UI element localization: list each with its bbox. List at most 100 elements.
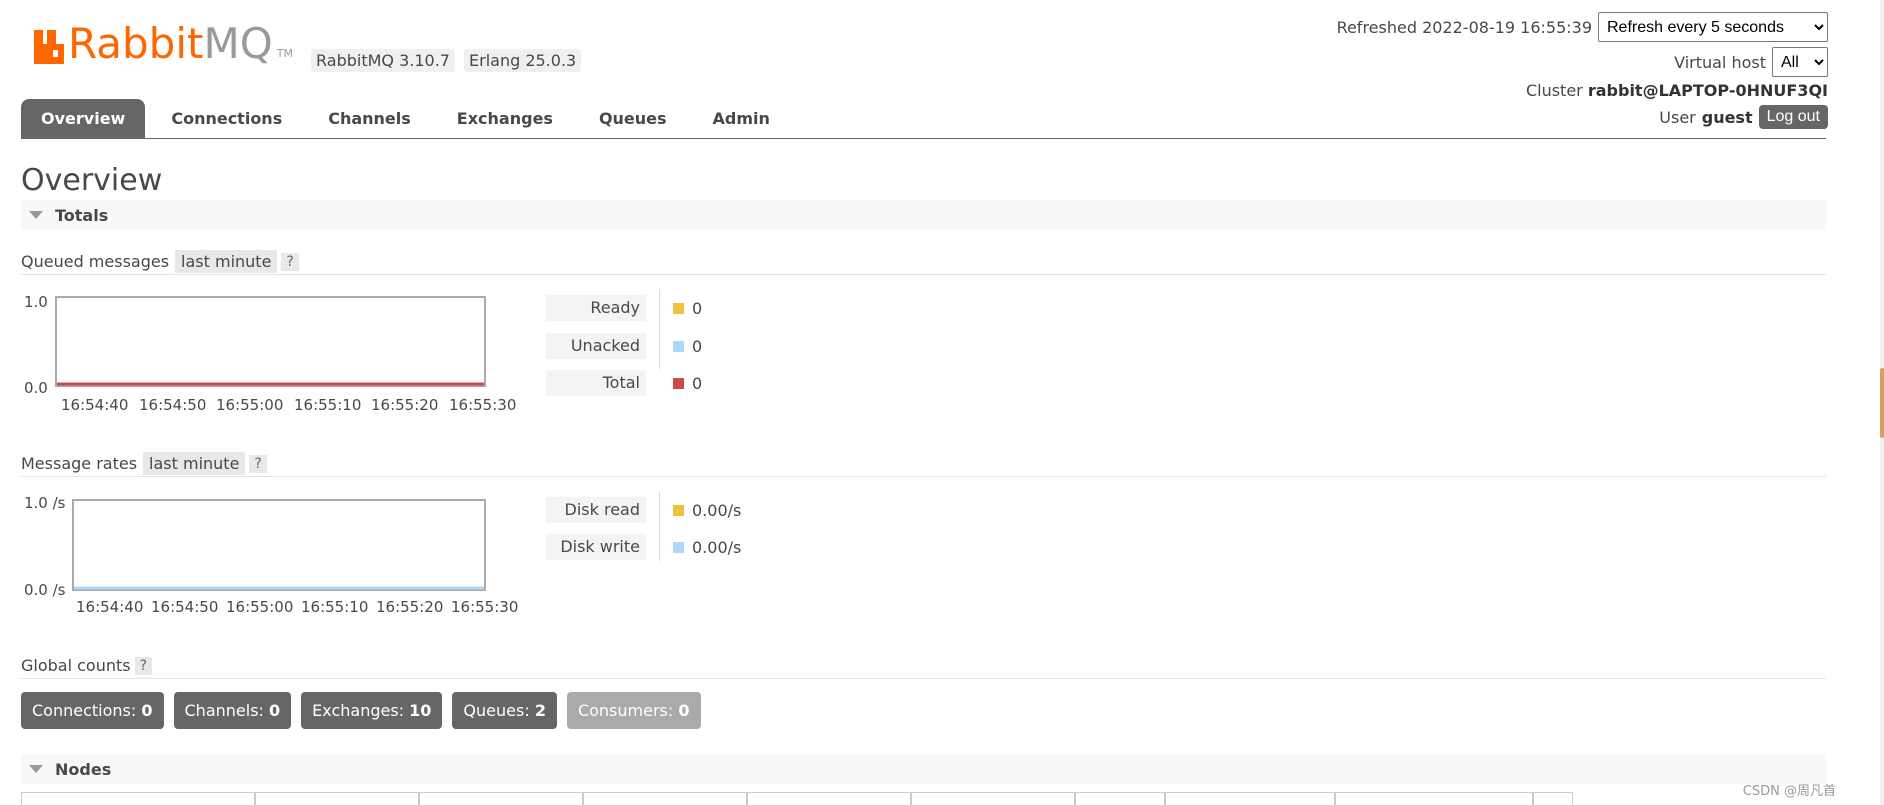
- queues-count-value: 2: [534, 701, 546, 720]
- nodes-col-name[interactable]: [21, 792, 255, 805]
- collapse-triangle-icon: [29, 765, 43, 773]
- tab-connections[interactable]: Connections: [151, 99, 302, 138]
- rates-x-tick-group: 16:54:40 16:54:50 16:55:00 16:55:10 16:5…: [76, 598, 518, 616]
- legend-value-ready: 0: [692, 299, 703, 318]
- rates-x-tick: 16:54:40: [76, 598, 143, 616]
- logo-word-mq: MQ: [203, 19, 273, 68]
- message-rates-header: Message rates last minute ?: [21, 451, 1826, 477]
- nodes-col-erlang-processes[interactable]: [583, 792, 747, 805]
- refresh-line: Refreshed 2022-08-19 16:55:39 Refresh ev…: [1337, 12, 1828, 42]
- tab-channels[interactable]: Channels: [308, 99, 431, 138]
- tab-queues[interactable]: Queues: [579, 99, 687, 138]
- global-counts-header: Global counts ?: [21, 653, 1826, 679]
- tab-admin[interactable]: Admin: [693, 99, 790, 138]
- exchanges-count-key: Exchanges:: [312, 701, 405, 720]
- legend-key-ready: Ready: [546, 295, 646, 321]
- exchanges-count-value: 10: [409, 701, 432, 720]
- rabbit-logo-icon: [34, 30, 64, 64]
- total-swatch: [673, 378, 684, 389]
- rates-x-tick: 16:55:10: [301, 598, 368, 616]
- collapse-triangle-icon: [29, 211, 43, 219]
- legend-value-disk-read: 0.00/s: [692, 501, 742, 520]
- logo-trademark: TM: [276, 47, 293, 60]
- legend-key-disk-read: Disk read: [546, 497, 646, 523]
- csdn-watermark: CSDN @周凡首: [1742, 784, 1836, 799]
- message-rates-chart: 1.0 /s 0.0 /s 16:54:40 16:54:50 16:55:00…: [24, 494, 518, 616]
- queued-x-tick: 16:55:10: [294, 396, 361, 414]
- logo-word-rabbit: Rabbit: [68, 19, 204, 68]
- queued-x-tick-group: 16:54:40 16:54:50 16:55:00 16:55:10 16:5…: [61, 396, 516, 414]
- rates-x-tick: 16:55:20: [376, 598, 443, 616]
- legend-value-unacked: 0: [692, 337, 703, 356]
- legend-row-total: Total 0: [546, 370, 702, 396]
- rates-x-tick: 16:55:00: [226, 598, 293, 616]
- cluster-line: Cluster rabbit@LAPTOP-0HNUF3QI: [1526, 81, 1828, 100]
- rates-x-tick: 16:54:50: [151, 598, 218, 616]
- rates-x-tick: 16:55:30: [451, 598, 518, 616]
- nodes-columns-toggle[interactable]: [1533, 792, 1573, 805]
- disk-write-swatch: [673, 542, 684, 553]
- tab-exchanges[interactable]: Exchanges: [437, 99, 573, 138]
- nodes-col-uptime[interactable]: [1075, 792, 1165, 805]
- connections-count-button[interactable]: Connections: 0: [21, 692, 164, 729]
- global-counts-label: Global counts: [21, 656, 131, 675]
- queued-messages-label: Queued messages: [21, 252, 170, 271]
- queued-x-tick: 16:55:00: [216, 396, 283, 414]
- legend-row-ready: Ready 0: [546, 295, 702, 321]
- channels-count-key: Channels:: [184, 701, 264, 720]
- legend-row-disk-read: Disk read 0.00/s: [546, 497, 741, 523]
- queues-count-key: Queues:: [463, 701, 530, 720]
- virtual-host-label: Virtual host: [1674, 52, 1766, 72]
- queued-y-bottom-label: 0.0: [24, 379, 48, 397]
- nodes-col-reset-stats[interactable]: [1335, 792, 1533, 805]
- cluster-label: Cluster: [1525, 81, 1583, 100]
- rates-range-selector[interactable]: last minute: [143, 452, 246, 475]
- legend-key-disk-write: Disk write: [546, 534, 646, 560]
- refresh-interval-select[interactable]: Refresh every 5 seconds: [1598, 12, 1828, 42]
- queued-y-top-label: 1.0: [24, 293, 48, 311]
- refreshed-timestamp: Refreshed 2022-08-19 16:55:39: [1336, 17, 1592, 37]
- queued-x-tick: 16:54:50: [139, 396, 206, 414]
- unacked-swatch: [673, 341, 684, 352]
- consumers-count-value: 0: [678, 701, 690, 720]
- queued-x-tick: 16:55:20: [371, 396, 438, 414]
- legend-key-total: Total: [546, 370, 646, 396]
- queued-plot-area: [55, 296, 486, 387]
- connections-count-value: 0: [141, 701, 153, 720]
- connections-count-key: Connections:: [32, 701, 137, 720]
- queued-messages-chart: 1.0 0.0 16:54:40 16:54:50 16:55:00 16:55…: [24, 293, 516, 414]
- queued-range-selector[interactable]: last minute: [175, 250, 278, 273]
- queued-help-button[interactable]: ?: [281, 252, 299, 271]
- rates-help-button[interactable]: ?: [249, 454, 267, 473]
- queued-x-tick: 16:54:40: [61, 396, 128, 414]
- rates-y-bottom-label: 0.0 /s: [24, 581, 66, 599]
- global-counts-row: Connections: 0 Channels: 0 Exchanges: 10…: [21, 692, 701, 729]
- queued-messages-header: Queued messages last minute ?: [21, 249, 1826, 275]
- disk-read-swatch: [673, 505, 684, 516]
- virtual-host-select[interactable]: All: [1772, 47, 1828, 77]
- exchanges-count-button[interactable]: Exchanges: 10: [301, 692, 443, 729]
- erlang-version-badge: Erlang 25.0.3: [464, 49, 582, 72]
- tab-overview[interactable]: Overview: [21, 99, 146, 138]
- global-counts-help-button[interactable]: ?: [134, 656, 153, 675]
- cluster-name: rabbit@LAPTOP-0HNUF3QI: [1587, 81, 1828, 100]
- nodes-col-file-descriptors[interactable]: [255, 792, 419, 805]
- legend-value-disk-write: 0.00/s: [692, 538, 742, 557]
- nodes-table-header-row: [21, 792, 1581, 805]
- totals-section-toggle[interactable]: Totals: [21, 200, 1826, 230]
- consumers-count-badge: Consumers: 0: [566, 692, 701, 729]
- nodes-section-toggle[interactable]: Nodes: [21, 754, 1826, 784]
- totals-header-label: Totals: [55, 205, 109, 225]
- channels-count-button[interactable]: Channels: 0: [173, 692, 292, 729]
- legend-row-disk-write: Disk write 0.00/s: [546, 534, 741, 560]
- queues-count-button[interactable]: Queues: 2: [452, 692, 557, 729]
- rabbitmq-version-badge: RabbitMQ 3.10.7: [311, 49, 455, 72]
- page-title: Overview: [21, 163, 163, 198]
- scrollbar-thumb[interactable]: [1880, 368, 1884, 438]
- nodes-col-info[interactable]: [1165, 792, 1335, 805]
- channels-count-value: 0: [269, 701, 281, 720]
- nodes-col-memory[interactable]: [747, 792, 911, 805]
- nodes-col-disk-space[interactable]: [911, 792, 1075, 805]
- virtual-host-line: Virtual host All: [1674, 47, 1828, 77]
- nodes-col-socket-descriptors[interactable]: [419, 792, 583, 805]
